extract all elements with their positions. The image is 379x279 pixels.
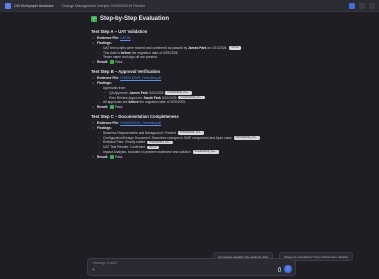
message-composer[interactable]: Message Copilot + ↑ xyxy=(87,258,296,276)
approver-role: Peer Review Approver: xyxy=(109,95,143,100)
close-icon[interactable] xyxy=(369,3,375,9)
citation-chip[interactable]: CHG0032019_Ove... xyxy=(178,95,205,100)
section-title: Test Step C – Documentation Completeness xyxy=(91,113,179,119)
document-tab-title[interactable]: Change Management Sample CHG0032019 Revi… xyxy=(61,4,145,8)
add-attachment-icon[interactable]: + xyxy=(92,267,95,273)
result-label: Result: xyxy=(97,105,109,110)
finding-text: Tester name and sign-off are present. xyxy=(103,55,158,60)
send-button[interactable]: ↑ xyxy=(284,265,292,273)
approvals-label: Approvals from: xyxy=(103,86,127,90)
citation-chip[interactable]: CHG0032019_Ove... xyxy=(233,136,260,140)
finding-text: before xyxy=(128,100,139,105)
app-logo-icon xyxy=(5,2,11,9)
section-title: Test Step B – Approval Verification xyxy=(91,68,161,74)
finding-text: on 3/11/2025. xyxy=(206,45,228,50)
citation-chip[interactable]: UAT.txt xyxy=(147,145,159,150)
pass-badge-icon xyxy=(110,154,115,159)
finding-text: UAT Test Results: Confirmed xyxy=(103,145,146,150)
finding-text: Impact Analysis: Included in problem sta… xyxy=(103,150,191,155)
findings-label: Findings: xyxy=(97,81,112,86)
approver-name: James Park xyxy=(129,90,148,95)
evidence-file-link[interactable]: UAT.txt xyxy=(120,36,130,40)
findings-label: Findings: xyxy=(97,126,112,131)
result-value: Pass xyxy=(115,154,123,159)
panel-toggle-icon[interactable] xyxy=(349,3,355,9)
citation-chip[interactable]: CHG0032019_Ove... xyxy=(192,150,219,154)
test-steps: Test Step A – UAT Validation Evidence Fil… xyxy=(91,29,291,160)
citation-chip[interactable]: UAT.txt xyxy=(229,46,241,50)
finding-text: Configuration/Design Document: Describes… xyxy=(103,135,232,140)
finding-text: All approvals are xyxy=(103,100,129,105)
evidence-label: Evidence File: xyxy=(97,76,120,81)
approver-name: Sarah Park xyxy=(143,95,161,100)
app-title: CM Workpaper Assistant xyxy=(14,3,54,8)
evaluation-heading: ✓ Step-by-Step Evaluation xyxy=(91,15,291,24)
chat-transcript[interactable]: ✓ Step-by-Step Evaluation Test Step A – … xyxy=(0,12,379,249)
result-value: Pass xyxy=(115,60,123,65)
page-title: Step-by-Step Evaluation xyxy=(100,16,170,22)
window-controls xyxy=(349,3,375,9)
evidence-file-link[interactable]: CHG0032019_Overview.pdf xyxy=(120,76,161,80)
evidence-file-link[interactable]: CHG0032019_Overview.pdf xyxy=(120,121,161,125)
title-bar: CM Workpaper Assistant Change Management… xyxy=(0,0,379,12)
citation-chip[interactable]: CHG0032019_Ove... xyxy=(147,140,174,145)
finding-text: Rollback Plan: Clearly stated xyxy=(103,140,146,145)
section-title: Test Step A – UAT Validation xyxy=(91,28,148,34)
finding-text: Business Requirements and Background: Pr… xyxy=(103,130,176,135)
citation-chip[interactable]: CHG0032019_Ove... xyxy=(177,131,205,135)
message-input[interactable]: Message Copilot xyxy=(93,261,117,265)
approval-date: 3/24/2025 xyxy=(148,90,164,95)
citation-chip[interactable]: CHG0032019_Ove... xyxy=(165,91,192,95)
evidence-label: Evidence File: xyxy=(97,36,120,41)
result-row: Result: Pass xyxy=(91,60,291,65)
pass-badge-icon xyxy=(110,60,115,65)
settings-icon[interactable] xyxy=(359,3,365,9)
microphone-icon[interactable] xyxy=(278,267,281,272)
finding-text: James Park xyxy=(188,45,207,50)
findings-label: Findings: xyxy=(97,41,112,46)
pass-badge-icon xyxy=(110,105,115,110)
finding-text: UAT test scripts were shared and confirm… xyxy=(103,45,189,50)
result-row: Result: Pass xyxy=(91,105,291,110)
finding-text: the migration date of 3/25/2025. xyxy=(138,100,187,105)
approval-date: 3/24/2025 xyxy=(161,95,177,100)
evidence-label: Evidence File: xyxy=(97,121,120,126)
check-icon: ✓ xyxy=(91,16,97,23)
result-value: Pass xyxy=(115,105,123,110)
result-label: Result: xyxy=(97,154,109,159)
finding-text: the migration date of 3/25/2025. xyxy=(130,50,179,55)
finding-text: before xyxy=(120,50,131,55)
result-label: Result: xyxy=(97,60,109,65)
finding-text: This date is xyxy=(103,50,121,55)
approver-role: QA Approver: xyxy=(109,90,129,95)
evaluation-document: ✓ Step-by-Step Evaluation Test Step A – … xyxy=(91,15,291,160)
result-row: Result: Pass xyxy=(91,155,291,160)
